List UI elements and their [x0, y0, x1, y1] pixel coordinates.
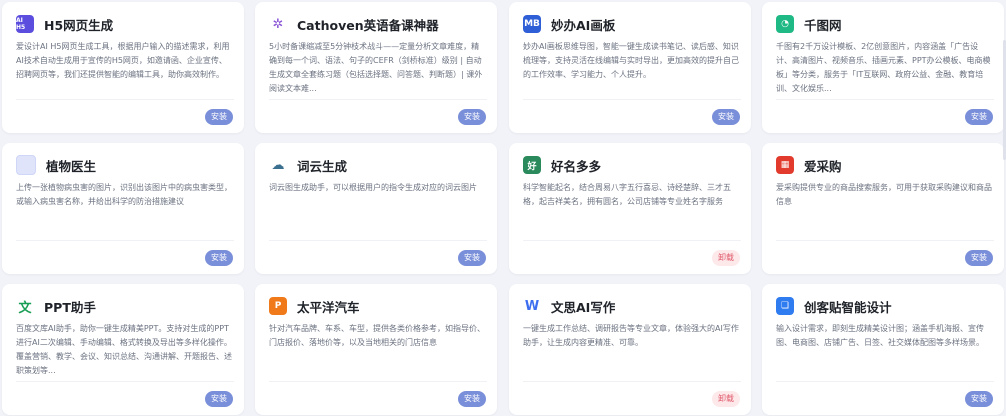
install-button[interactable]: 安装 — [458, 391, 486, 407]
card-description: 5小时备课缩减至5分钟枝术战斗——定量分析文章难度，精确到每一个词、语法、句子的… — [269, 42, 483, 93]
plant-doctor-icon — [16, 155, 36, 175]
card-description: 上传一张植物病虫害的图片，识别出该图片中的病虫害类型，或输入病虫害名称，并给出科… — [16, 183, 232, 206]
plugin-card-miaoban[interactable]: MB 妙办AI画板妙办AI画板思维导图，智能一键生成读书笔记、读后感、知识梳理等，… — [509, 2, 751, 133]
card-title: 植物医生 — [46, 158, 97, 174]
haoming-icon: 好 — [523, 156, 541, 174]
wordcloud-icon: ☁ — [269, 156, 287, 174]
card-divider — [16, 240, 234, 241]
plugin-grid: AI H5 H5网页生成爱设计AI H5网页生成工具，根据用户输入的描述需求，利用… — [0, 0, 1006, 416]
card-description: 千图有2千万设计模板、2亿创意图片，内容涵盖「广告设计、高清图片、视频音乐、插画… — [776, 42, 991, 93]
card-header: ☁ 词云生成 — [269, 155, 487, 175]
cathoven-icon: ✲ — [269, 15, 287, 33]
plugin-card-wensi[interactable]: W 文思AI写作一键生成工作总结、调研报告等专业文章，体验强大的AI写作助手，让生… — [509, 284, 751, 415]
card-header: P 太平洋汽车 — [269, 296, 487, 316]
wensi-icon: W — [523, 297, 541, 315]
card-divider — [269, 240, 487, 241]
card-divider — [523, 99, 741, 100]
card-divider — [776, 99, 994, 100]
card-description: 词云图生成助手，可以根据用户的指令生成对应的词云图片 — [269, 183, 477, 192]
card-title: 妙办AI画板 — [551, 17, 616, 33]
install-button[interactable]: 安装 — [205, 391, 233, 407]
card-title: 好名多多 — [551, 158, 602, 174]
card-title: 千图网 — [804, 17, 842, 33]
card-divider — [523, 381, 741, 382]
card-title: H5网页生成 — [44, 17, 114, 33]
install-button[interactable]: 安装 — [965, 391, 993, 407]
card-header: 文 PPT助手 — [16, 296, 234, 316]
qiantu-icon: ◔ — [776, 15, 794, 33]
install-button[interactable]: 安装 — [458, 250, 486, 266]
h5-ai-icon: AI H5 — [16, 15, 34, 33]
card-header: AI H5 H5网页生成 — [16, 14, 234, 34]
install-button[interactable]: 安装 — [712, 109, 740, 125]
ppt-icon: 文 — [16, 297, 34, 315]
install-button[interactable]: 安装 — [458, 109, 486, 125]
miaoban-icon: MB — [523, 15, 541, 33]
card-title: PPT助手 — [44, 299, 96, 315]
card-divider — [16, 99, 234, 100]
card-header: 好好名多多 — [523, 155, 741, 175]
card-description: 爱采购提供专业的商品搜索服务，可用于获取采购建议和商品信息 — [776, 183, 992, 206]
plugin-card-qiantu[interactable]: ◔ 千图网千图有2千万设计模板、2亿创意图片，内容涵盖「广告设计、高清图片、视频音… — [762, 2, 1004, 133]
plugin-card-pacific-auto[interactable]: P 太平洋汽车针对汽车品牌、车系、车型，提供各类价格参考，如指导价、门店报价、落地… — [255, 284, 497, 415]
install-button[interactable]: 安装 — [205, 109, 233, 125]
plugin-card-h5[interactable]: AI H5 H5网页生成爱设计AI H5网页生成工具，根据用户输入的描述需求，利用… — [2, 2, 244, 133]
card-title: 太平洋汽车 — [297, 299, 360, 315]
plugin-card-ppt[interactable]: 文 PPT助手百度文库AI助手，助你一键生成精美PPT。支持对生成的PPT进行AI… — [2, 284, 244, 415]
card-header: ▦ 爱采购 — [776, 155, 994, 175]
plugin-card-wordcloud[interactable]: ☁ 词云生成词云图生成助手，可以根据用户的指令生成对应的词云图片安装 — [255, 143, 497, 274]
card-description: 输入设计需求，即刻生成精美设计图；涵盖手机海报、宣传图、电商图、店铺广告、日签、… — [776, 324, 984, 347]
card-title: 创客贴智能设计 — [804, 299, 892, 315]
plugin-card-aicaigou[interactable]: ▦ 爱采购爱采购提供专业的商品搜索服务，可用于获取采购建议和商品信息安装 — [762, 143, 1004, 274]
card-title: 爱采购 — [804, 158, 842, 174]
plugin-card-chuangketie[interactable]: ❏ 创客贴智能设计输入设计需求，即刻生成精美设计图；涵盖手机海报、宣传图、电商图、… — [762, 284, 1004, 415]
card-header: ❏ 创客贴智能设计 — [776, 296, 994, 316]
install-button[interactable]: 安装 — [205, 250, 233, 266]
card-title: 文思AI写作 — [551, 299, 616, 315]
card-description: 百度文库AI助手，助你一键生成精美PPT。支持对生成的PPT进行AI二次编辑、手… — [16, 324, 232, 375]
scrollbar[interactable] — [1002, 0, 1006, 416]
card-title: Cathoven英语备课神器 — [297, 17, 439, 33]
card-description: 一键生成工作总结、调研报告等专业文章，体验强大的AI写作助手，让生成内容更精准、… — [523, 324, 739, 347]
card-header: ✲ Cathoven英语备课神器 — [269, 14, 487, 34]
card-divider — [16, 381, 234, 382]
card-description: 针对汽车品牌、车系、车型，提供各类价格参考，如指导价、门店报价、落地价等，以及当… — [269, 324, 485, 347]
install-button[interactable]: 安装 — [965, 250, 993, 266]
card-header: MB 妙办AI画板 — [523, 14, 741, 34]
card-divider — [523, 240, 741, 241]
card-divider — [269, 381, 487, 382]
card-description: 妙办AI画板思维导图，智能一键生成读书笔记、读后感、知识梳理等，支持灵活在线编辑… — [523, 42, 739, 79]
card-description: 爱设计AI H5网页生成工具，根据用户输入的描述需求，利用AI技术自动生成用于宣… — [16, 42, 230, 79]
aicaigou-icon: ▦ — [776, 156, 794, 174]
card-title: 词云生成 — [297, 158, 348, 174]
install-button[interactable]: 安装 — [965, 109, 993, 125]
card-divider — [269, 99, 487, 100]
plugin-card-plant-doctor[interactable]: 植物医生上传一张植物病虫害的图片，识别出该图片中的病虫害类型，或输入病虫害名称，… — [2, 143, 244, 274]
card-header: 植物医生 — [16, 155, 234, 175]
card-divider — [776, 240, 994, 241]
uninstall-button[interactable]: 卸载 — [712, 391, 740, 407]
plugin-card-cathoven[interactable]: ✲ Cathoven英语备课神器 5小时备课缩减至5分钟枝术战斗——定量分析文章难度… — [255, 2, 497, 133]
card-header: ◔ 千图网 — [776, 14, 994, 34]
pacific-auto-icon: P — [269, 297, 287, 315]
uninstall-button[interactable]: 卸载 — [712, 250, 740, 266]
card-header: W 文思AI写作 — [523, 296, 741, 316]
card-description: 科学智能起名，结合周易八字五行喜忌、诗经楚辞、三才五格，起吉祥美名，拥有圆名，公… — [523, 183, 731, 206]
chuangketie-icon: ❏ — [776, 297, 794, 315]
card-divider — [776, 381, 994, 382]
plugin-card-haoming[interactable]: 好好名多多科学智能起名，结合周易八字五行喜忌、诗经楚辞、三才五格，起吉祥美名，拥… — [509, 143, 751, 274]
